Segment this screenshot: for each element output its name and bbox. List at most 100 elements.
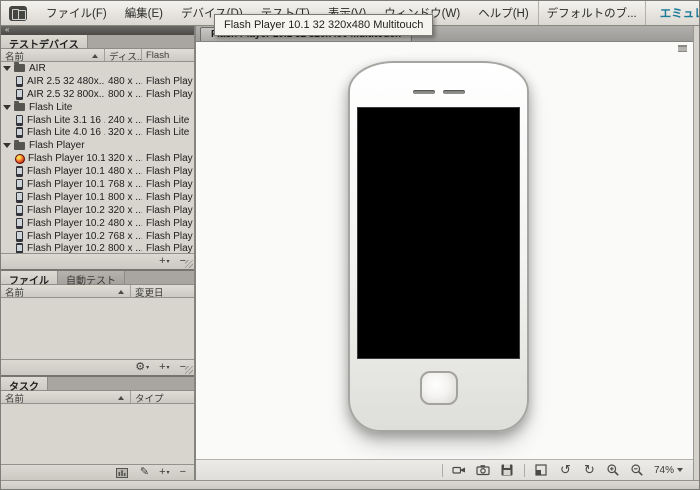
zoom-in-icon[interactable] <box>606 463 621 478</box>
resize-grip[interactable] <box>185 366 193 374</box>
zoom-level-value: 74% <box>653 464 674 476</box>
device-row[interactable]: Flash Player 10.2... 768 x ... Flash Pla… <box>1 230 194 243</box>
device-group-row[interactable]: Flash Player <box>1 139 194 152</box>
device-row[interactable]: Flash Player 10.2... 480 x ... Flash Pla… <box>1 217 194 230</box>
folder-icon <box>14 139 25 150</box>
chevron-down-icon <box>677 468 683 472</box>
phone-icon <box>16 191 23 203</box>
tab-test-devices[interactable]: テストデバイス <box>1 35 88 51</box>
phone-icon <box>16 166 23 178</box>
files-panel-footer: ⚙ ▾ + ▾ − <box>1 359 194 375</box>
sort-asc-icon <box>92 53 98 58</box>
report-icon[interactable] <box>115 465 130 480</box>
app-window: ファイル(F)編集(E)デバイス(D)テスト(T)表示(V)ウィンドウ(W)ヘル… <box>0 0 700 490</box>
emulator-canvas[interactable] <box>196 42 693 459</box>
phone-icon <box>16 114 23 126</box>
files-panel-tab[interactable]: 自動テスト <box>58 271 125 287</box>
phone-icon <box>16 88 23 100</box>
zoom-out-icon[interactable] <box>630 463 645 478</box>
canvas-options-icon[interactable] <box>678 45 687 52</box>
chevron-down-icon[interactable] <box>3 65 11 71</box>
phone-home-button[interactable] <box>420 371 458 405</box>
phone-icon <box>16 230 23 242</box>
menubar-right: デフォルトのブ... エミュレート参照作成 × <box>537 1 699 25</box>
device-row[interactable]: Flash Player 10.2... 800 x ... Flash Pla… <box>1 242 194 253</box>
emulator-area: Flash Player 10.1 32 320x480 Multitouch <box>196 26 693 480</box>
add-device-button[interactable]: + ▾ <box>159 256 169 267</box>
device-tree: AIR AIR 2.5 32 480x... 480 x ... Flash P… <box>1 62 194 253</box>
chevron-down-icon[interactable] <box>3 104 11 110</box>
rotate-ccw-icon[interactable]: ↺ <box>558 463 573 478</box>
sort-asc-icon <box>118 289 124 294</box>
files-list-empty <box>1 298 194 359</box>
phone-icon <box>16 217 23 229</box>
column-name[interactable]: 名前 <box>1 391 131 403</box>
mode-switcher: エミュレート参照作成 <box>646 1 699 25</box>
emulator-toolbar: ↺ ↻ 74% <box>196 459 693 480</box>
speaker-slot <box>413 90 435 94</box>
devices-panel-footer: + ▾ − <box>1 253 194 269</box>
resize-grip[interactable] <box>185 260 193 268</box>
phone-icon <box>16 178 23 190</box>
tab-tasks[interactable]: タスク <box>1 377 48 393</box>
panel-collapse-bar[interactable]: « <box>1 26 194 35</box>
column-name[interactable]: 名前 <box>1 285 131 297</box>
device-group-row[interactable]: AIR <box>1 62 194 75</box>
fit-screen-icon[interactable] <box>534 463 549 478</box>
phone-icon <box>16 75 23 87</box>
column-type[interactable]: タイプ <box>131 391 194 404</box>
phone-icon <box>16 204 23 216</box>
zoom-level-dropdown[interactable]: 74% <box>654 465 683 476</box>
add-task-button[interactable]: + ▾ <box>159 467 169 478</box>
app-icon[interactable] <box>9 5 27 21</box>
column-modified[interactable]: 変更日 <box>131 285 194 298</box>
device-row[interactable]: Flash Player 10.1... 320 x ... Flash Pla… <box>1 152 194 165</box>
devices-column-header: 名前 ディス... Flash <box>1 49 194 62</box>
device-row[interactable]: AIR 2.5 32 800x... 800 x ... Flash Play <box>1 88 194 101</box>
menu-item[interactable]: 編集(E) <box>116 1 172 25</box>
device-row[interactable]: Flash Player 10.1... 800 x ... Flash Pla… <box>1 191 194 204</box>
menu-item[interactable]: ヘルプ(H) <box>469 1 537 25</box>
record-video-icon[interactable] <box>452 463 467 478</box>
flash-player-icon <box>15 153 25 164</box>
toolbar-separator <box>523 463 525 477</box>
files-panel: ファイル 自動テスト 名前 変更日 ⚙ ▾ + ▾ − <box>1 271 194 375</box>
device-row[interactable]: AIR 2.5 32 480x... 480 x ... Flash Play <box>1 75 194 88</box>
column-name[interactable]: 名前 <box>1 49 105 61</box>
tasks-panel-footer: ✎ + ▾ − <box>1 464 194 480</box>
device-row[interactable]: Flash Player 10.1... 768 x ... Flash Pla… <box>1 178 194 191</box>
toolbar-separator <box>441 463 443 477</box>
device-row[interactable]: Flash Player 10.1... 480 x ... Flash Pla… <box>1 165 194 178</box>
screenshot-camera-icon[interactable] <box>476 463 491 478</box>
devices-panel: テストデバイス 名前 ディス... Flash AIR AIR 2.5 32 4… <box>1 35 194 269</box>
mode-item[interactable]: エミュレート <box>646 1 699 25</box>
menu-item[interactable]: ファイル(F) <box>37 1 116 25</box>
window-bottom-frame <box>1 480 699 489</box>
column-flash[interactable]: Flash <box>142 49 194 61</box>
sidebar: « テストデバイス 名前 ディス... Flash AIR AIR 2.5 32… <box>1 26 196 480</box>
phone-icon <box>16 243 23 253</box>
device-row[interactable]: Flash Player 10.2... 320 x ... Flash Pla… <box>1 204 194 217</box>
files-column-header: 名前 変更日 <box>1 285 194 298</box>
edit-task-icon[interactable]: ✎ <box>140 467 149 478</box>
column-display[interactable]: ディス... <box>105 49 142 61</box>
tasks-column-header: 名前 タイプ <box>1 391 194 404</box>
device-row[interactable]: Flash Lite 4.0 16 ... 320 x ... Flash Li… <box>1 126 194 139</box>
folder-icon <box>14 101 25 112</box>
folder-icon <box>14 62 25 73</box>
add-file-button[interactable]: + ▾ <box>159 362 169 373</box>
device-group-row[interactable]: Flash Lite <box>1 101 194 114</box>
chevron-down-icon[interactable] <box>3 143 11 149</box>
gear-icon[interactable]: ⚙ ▾ <box>135 362 149 373</box>
remove-task-button[interactable]: − <box>180 467 186 478</box>
device-row[interactable]: Flash Lite 3.1 16 ... 240 x ... Flash Li… <box>1 114 194 127</box>
window-right-frame <box>693 26 699 480</box>
rotate-cw-icon[interactable]: ↻ <box>582 463 597 478</box>
sort-asc-icon <box>118 395 124 400</box>
workspace-switcher[interactable]: デフォルトのブ... <box>537 1 646 25</box>
save-icon[interactable] <box>500 463 515 478</box>
phone-screen[interactable] <box>357 107 520 359</box>
files-panel-tab[interactable]: ファイル <box>1 271 58 287</box>
collapse-icon: « <box>5 25 10 34</box>
device-tooltip: Flash Player 10.1 32 320x480 Multitouch <box>214 14 434 36</box>
